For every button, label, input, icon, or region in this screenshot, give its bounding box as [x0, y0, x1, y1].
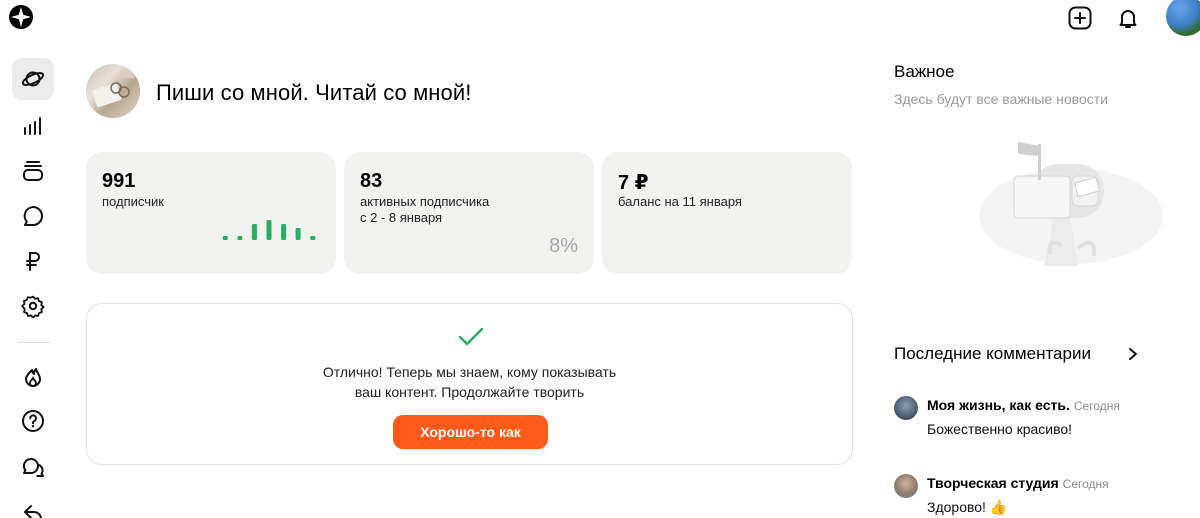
stat-label-line1: активных подписчика	[360, 194, 490, 209]
logo[interactable]	[8, 4, 34, 30]
notice-text-line2: ваш контент. Продолжайте творить	[354, 384, 585, 400]
comments-title[interactable]: Последние комментарии	[894, 344, 1091, 364]
sidebar-item-help[interactable]	[12, 400, 54, 442]
sparkline-bar	[251, 224, 257, 240]
ruble-icon	[26, 252, 40, 271]
sparkline-bar	[295, 228, 301, 240]
bell-icon	[1119, 10, 1137, 28]
create-button[interactable]	[1066, 4, 1094, 32]
notice-text: Отлично! Теперь мы знаем, кому показыват…	[87, 362, 852, 402]
notifications-button[interactable]	[1114, 4, 1142, 32]
sidebar-item-comments[interactable]	[12, 195, 54, 237]
stat-card-subscribers[interactable]: 991 подписчик	[86, 152, 336, 274]
success-notice: Отлично! Теперь мы знаем, кому показыват…	[86, 303, 853, 465]
plus-square-icon	[1068, 6, 1092, 30]
stat-label: подписчик	[102, 194, 164, 209]
sparkline-bar	[237, 236, 243, 240]
chats-icon	[22, 457, 44, 477]
gear-icon	[21, 295, 45, 318]
stat-label: активных подписчика с 2 - 8 января	[360, 194, 489, 226]
stat-card-active-subscribers[interactable]: 83 активных подписчика с 2 - 8 января 8%	[344, 152, 594, 274]
sidebar-item-feed[interactable]	[12, 58, 54, 100]
sidebar-item-support[interactable]	[12, 446, 54, 488]
compass-star-logo-icon	[9, 5, 33, 29]
notice-text-line1: Отлично! Теперь мы знаем, кому показыват…	[322, 364, 617, 380]
fire-icon	[25, 368, 41, 387]
stat-label-line2: с 2 - 8 января	[360, 210, 443, 225]
comment-author-name: Моя жизнь, как есть.	[927, 397, 1070, 413]
sparkline-bar	[266, 220, 272, 240]
comment-author[interactable]: Творческая студия Сегодня	[927, 475, 1109, 491]
important-title: Важное	[894, 62, 955, 81]
stat-value: 7 ₽	[618, 172, 649, 194]
comment-text: Божественно красиво!	[927, 421, 1073, 437]
sidebar-item-settings[interactable]	[12, 285, 54, 327]
user-avatar[interactable]	[1166, 0, 1200, 36]
comment-avatar[interactable]	[894, 474, 918, 498]
comment-time: Сегодня	[1073, 399, 1120, 413]
sidebar-item-back[interactable]	[12, 492, 54, 518]
sidebar-item-trending[interactable]	[12, 355, 54, 397]
back-arrow-icon	[24, 505, 42, 518]
comment-time: Сегодня	[1062, 477, 1109, 491]
comment-author[interactable]: Моя жизнь, как есть. Сегодня	[927, 397, 1120, 413]
sparkline-bar	[281, 224, 287, 240]
sidebar-item-stats[interactable]	[12, 105, 54, 147]
stat-label: баланс на 11 января	[618, 194, 742, 209]
subscribers-sparkline	[222, 220, 316, 240]
layers-icon	[23, 161, 43, 181]
sparkline-bar	[222, 236, 228, 240]
stat-value: 991	[102, 170, 136, 192]
chevron-right-icon[interactable]	[1126, 346, 1140, 362]
sidebar-item-publications[interactable]	[12, 150, 54, 192]
comment-author-name: Творческая студия	[927, 475, 1059, 491]
help-icon	[22, 410, 44, 432]
chat-bubble-icon	[23, 206, 43, 226]
comment-text: Здорово! 👍	[927, 499, 1008, 515]
channel-avatar-image	[92, 70, 134, 108]
sidebar-divider	[18, 342, 50, 343]
confirm-button[interactable]: Хорошо-то как	[393, 415, 548, 449]
channel-avatar[interactable]	[86, 64, 140, 118]
comment-avatar[interactable]	[894, 396, 918, 420]
stat-value: 83	[360, 170, 383, 192]
mailbox-illustration	[979, 142, 1163, 266]
sparkline-bar	[310, 236, 316, 240]
stats-bars-icon	[24, 117, 41, 135]
planet-icon	[21, 71, 45, 87]
important-subtitle: Здесь будут все важные новости	[894, 91, 1108, 107]
channel-title: Пиши со мной. Читай со мной!	[156, 80, 472, 105]
stat-card-balance[interactable]: 7 ₽ баланс на 11 января	[602, 152, 852, 274]
check-icon	[458, 327, 484, 346]
sidebar-item-monetization[interactable]	[12, 240, 54, 282]
stat-percent: 8%	[549, 235, 578, 257]
